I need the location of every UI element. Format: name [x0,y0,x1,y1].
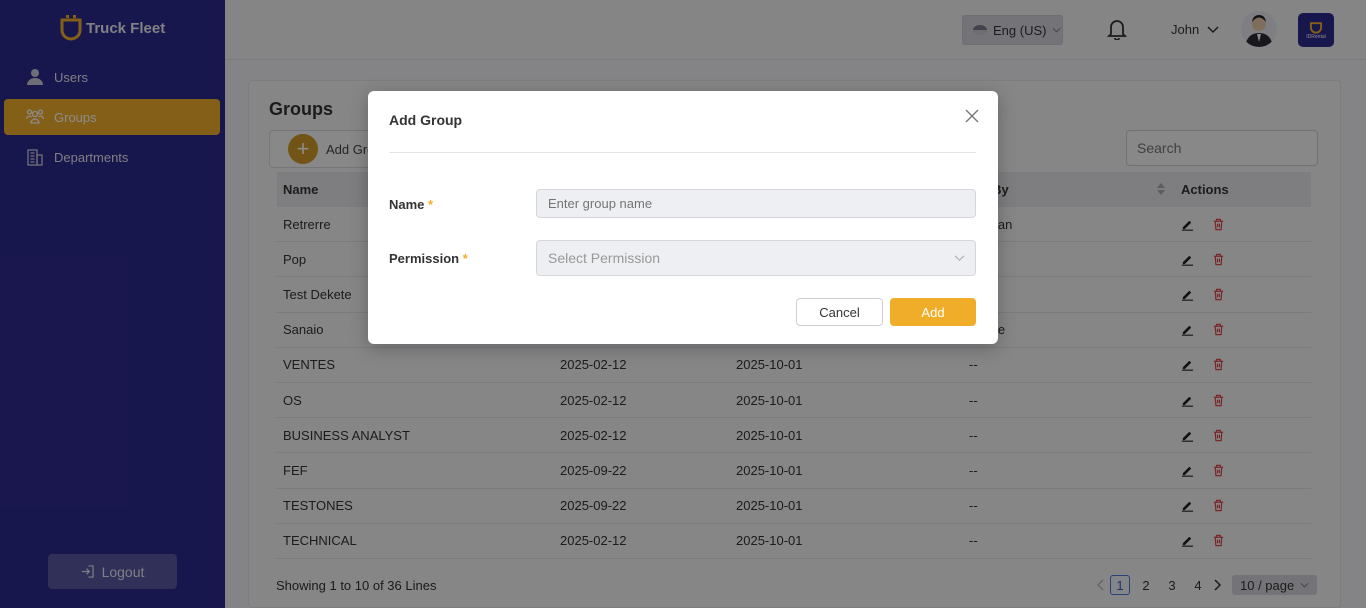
permission-select[interactable]: Select Permission [536,240,976,276]
permission-placeholder: Select Permission [548,250,661,266]
add-group-modal: Add Group Name * Permission * Select Per… [368,91,998,344]
name-field-label: Name * [389,197,433,212]
permission-field-label: Permission * [389,251,468,266]
name-label-text: Name [389,197,425,212]
close-icon[interactable] [965,109,979,123]
required-mark: * [462,251,468,266]
chevron-down-icon [954,254,965,261]
add-button[interactable]: Add [890,298,976,326]
permission-label-text: Permission [389,251,460,266]
group-name-input[interactable] [536,189,976,218]
modal-divider [389,152,976,153]
modal-title: Add Group [389,112,463,128]
cancel-button[interactable]: Cancel [796,298,883,326]
required-mark: * [428,197,434,212]
